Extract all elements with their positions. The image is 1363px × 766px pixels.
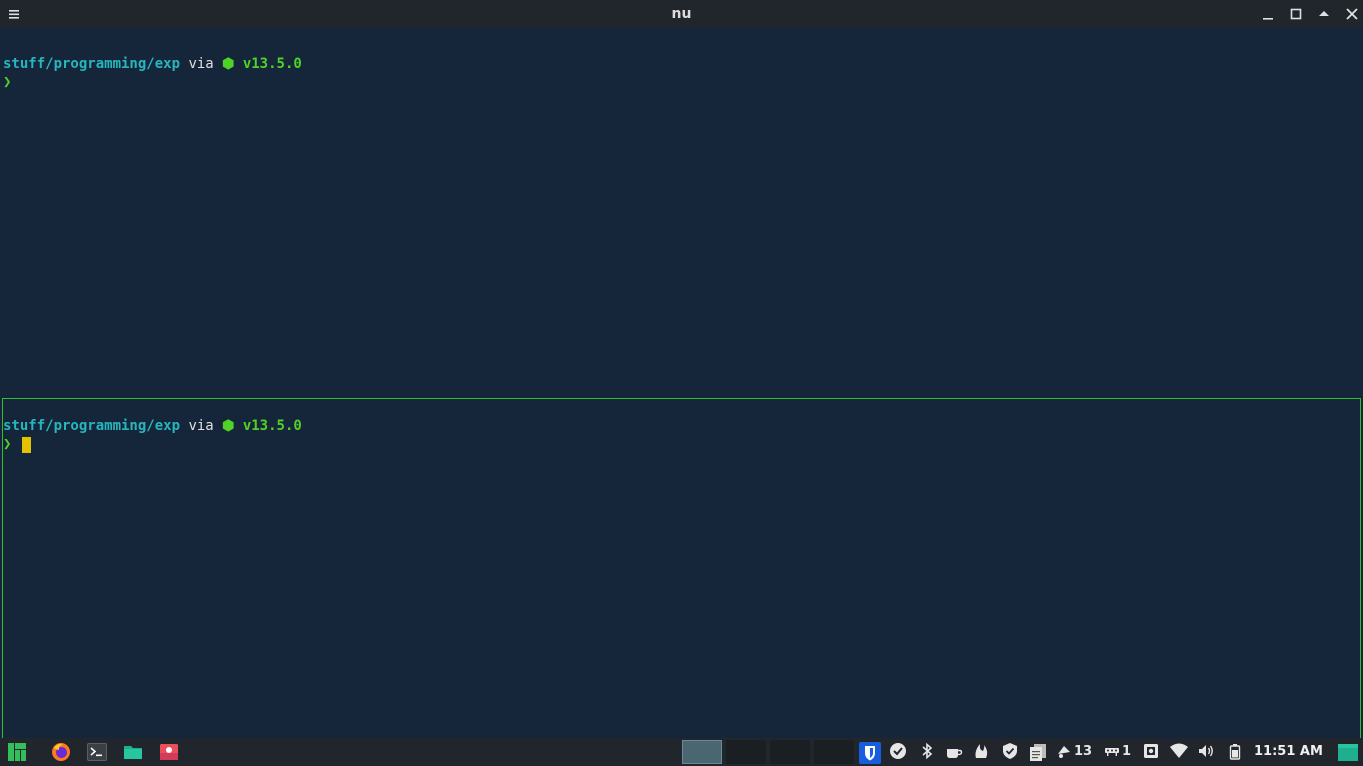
keep-above-icon[interactable] xyxy=(1314,4,1334,24)
window-titlebar: nu xyxy=(0,0,1363,28)
node-version: ⬢ v13.5.0 xyxy=(222,418,302,434)
window-title: nu xyxy=(671,6,692,22)
prompt-info-line: stuff/programming/exp via ⬢ v13.5.0 xyxy=(3,417,302,435)
notifications-count: 13 xyxy=(1074,744,1093,759)
volume-icon[interactable] xyxy=(1197,742,1217,762)
bluetooth-icon[interactable] xyxy=(918,742,938,762)
minimize-icon[interactable] xyxy=(1258,4,1278,24)
current-path: stuff/programming/exp xyxy=(3,56,181,72)
check-circle-icon[interactable] xyxy=(889,742,909,762)
maximize-icon[interactable] xyxy=(1286,4,1306,24)
terminal-cursor xyxy=(22,437,31,453)
prompt-chevron: ❯ xyxy=(3,74,12,90)
node-version: ⬢ v13.5.0 xyxy=(222,56,302,72)
bitwarden-icon[interactable] xyxy=(859,742,881,764)
prompt-info-line: stuff/programming/exp via ⬢ v13.5.0 xyxy=(3,55,302,73)
terminal-icon[interactable] xyxy=(87,742,107,762)
taskbar: 13 1 11:51 AM xyxy=(0,738,1363,766)
network-devices-icon[interactable] xyxy=(1103,742,1123,762)
workspace-1[interactable] xyxy=(682,740,722,764)
via-text: via xyxy=(180,56,223,72)
flame-icon[interactable] xyxy=(972,742,992,762)
screenshot-tool-icon[interactable] xyxy=(1142,742,1162,762)
network-devices-count: 1 xyxy=(1122,744,1132,759)
current-path: stuff/programming/exp xyxy=(3,418,181,434)
caffeine-cup-icon[interactable] xyxy=(945,742,965,762)
notifications-icon[interactable] xyxy=(1055,742,1075,762)
clipboard-icon[interactable] xyxy=(1028,742,1048,762)
workspace-4[interactable] xyxy=(814,740,854,764)
clock[interactable]: 11:51 AM xyxy=(1254,738,1323,766)
manjaro-menu-icon[interactable] xyxy=(7,742,27,762)
battery-icon[interactable] xyxy=(1226,742,1246,762)
workspace-3[interactable] xyxy=(770,740,810,764)
shield-check-icon[interactable] xyxy=(1001,742,1021,762)
show-desktop-icon[interactable] xyxy=(1337,741,1358,761)
workspace-2[interactable] xyxy=(726,740,766,764)
close-icon[interactable] xyxy=(1342,4,1362,24)
via-text: via xyxy=(180,418,223,434)
screenshot-app-icon[interactable] xyxy=(159,742,179,762)
terminal-pane-bottom[interactable]: stuff/programming/exp via ⬢ v13.5.0 ❯ xyxy=(2,398,1361,738)
firefox-icon[interactable] xyxy=(51,742,71,762)
file-manager-icon[interactable] xyxy=(123,742,143,762)
prompt-chevron: ❯ xyxy=(3,436,12,452)
wifi-icon[interactable] xyxy=(1169,742,1189,762)
terminal-pane-top[interactable]: stuff/programming/exp via ⬢ v13.5.0 ❯ xyxy=(0,28,1363,396)
